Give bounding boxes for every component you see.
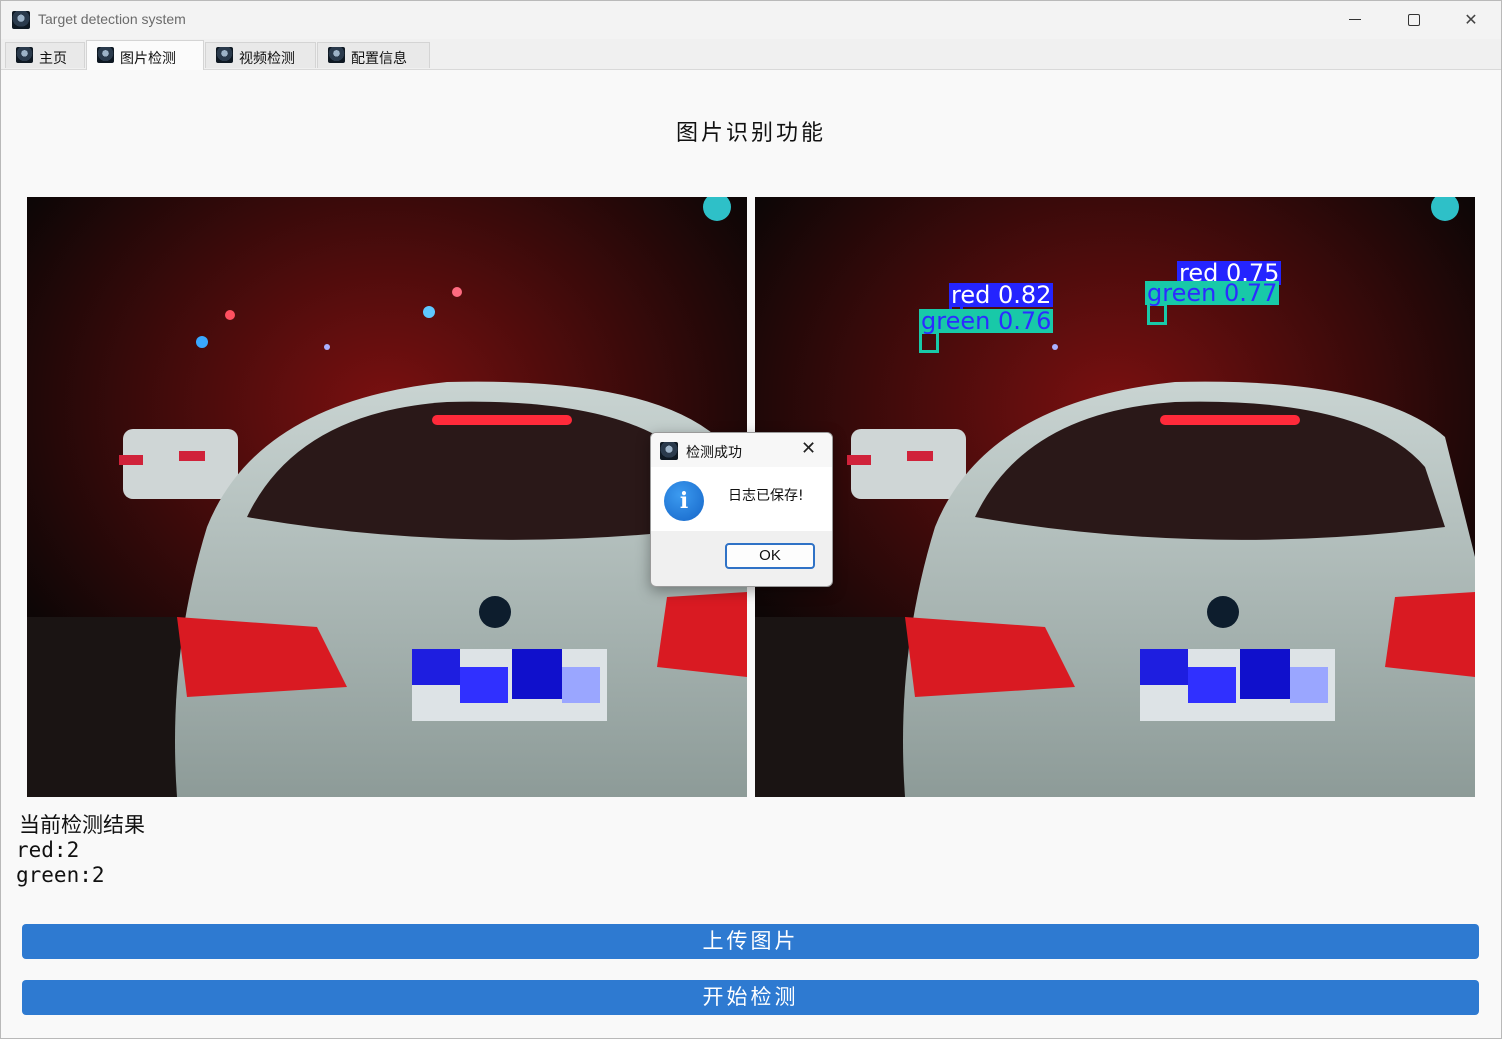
title-bar[interactable]: Target detection system ✕	[1, 1, 1501, 39]
tab-label: 图片检测	[120, 51, 176, 67]
upload-image-button[interactable]: 上传图片	[22, 924, 1479, 959]
maximize-icon	[1408, 14, 1420, 26]
close-icon: ✕	[801, 438, 817, 459]
tab-config-info[interactable]: 配置信息	[317, 42, 430, 68]
tab-home[interactable]: 主页	[5, 42, 85, 68]
window-title: Target detection system	[38, 11, 186, 27]
minimize-icon	[1349, 19, 1361, 20]
tab-label: 主页	[39, 51, 67, 67]
minimize-button[interactable]	[1325, 1, 1383, 39]
original-image	[27, 197, 747, 797]
maximize-button[interactable]	[1384, 1, 1442, 39]
app-window: Target detection system ✕ 主页 图片检测 视频检测 配…	[0, 0, 1502, 1039]
page-title: 图片识别功能	[675, 121, 826, 146]
info-icon: i	[664, 481, 704, 521]
detection-result-image: red 0.82 green 0.76 red 0.75 green 0.77	[755, 197, 1475, 797]
app-icon	[660, 442, 678, 460]
ok-button[interactable]: OK	[725, 543, 815, 569]
tab-image-detection[interactable]: 图片检测	[86, 40, 204, 70]
start-detection-button[interactable]: 开始检测	[22, 980, 1479, 1015]
tab-video-detection[interactable]: 视频检测	[205, 42, 316, 68]
result-line-green: green:2	[16, 863, 105, 887]
detection-result-panel: 当前检测结果 red:2 green:2	[16, 813, 145, 888]
message-dialog: 检测成功 ✕ i 日志已保存! OK	[650, 432, 833, 587]
app-icon	[16, 47, 33, 63]
close-button[interactable]: ✕	[1442, 1, 1500, 39]
result-heading: 当前检测结果	[19, 813, 145, 837]
dialog-message: 日志已保存!	[728, 488, 804, 504]
car-night-scene	[755, 197, 1475, 797]
dialog-body: i 日志已保存!	[651, 467, 832, 531]
detection-label-green: green 0.77	[1145, 279, 1280, 307]
dialog-close-button[interactable]: ✕	[801, 438, 816, 459]
dialog-title-bar[interactable]: 检测成功 ✕	[651, 433, 832, 467]
app-icon	[97, 47, 114, 63]
close-icon: ✕	[1464, 10, 1478, 29]
app-icon	[328, 47, 345, 63]
app-icon	[12, 11, 30, 29]
app-icon	[216, 47, 233, 63]
tab-label: 配置信息	[351, 51, 407, 67]
detection-label-red: red 0.82	[949, 281, 1054, 309]
detection-label-green: green 0.76	[919, 307, 1054, 335]
tab-bar: 主页 图片检测 视频检测 配置信息	[1, 39, 1501, 70]
result-line-red: red:2	[16, 838, 80, 862]
car-night-scene	[27, 197, 747, 797]
dialog-title: 检测成功	[686, 445, 742, 461]
tab-label: 视频检测	[239, 51, 295, 67]
